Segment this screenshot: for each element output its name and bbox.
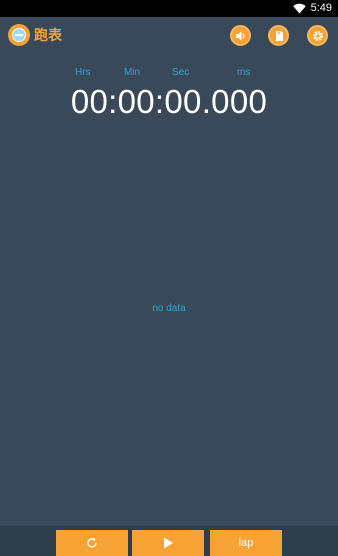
- minutes-label: Min: [124, 67, 141, 78]
- start-button[interactable]: [132, 530, 204, 556]
- status-bar: 5:49: [0, 0, 338, 17]
- hours-label: Hrs: [75, 67, 91, 78]
- laps-empty-text: no data: [152, 303, 186, 314]
- reset-button[interactable]: [56, 530, 128, 556]
- stopwatch-logo-icon: [8, 24, 30, 46]
- backup-button[interactable]: [268, 25, 289, 46]
- sd-card-icon: [275, 30, 283, 41]
- milliseconds-label: ms: [237, 67, 251, 78]
- seconds-label: Sec: [172, 67, 190, 78]
- play-icon: [164, 537, 173, 549]
- status-time: 5:49: [310, 2, 332, 14]
- lap-button[interactable]: lap: [210, 530, 282, 556]
- app-title: 跑表: [34, 27, 62, 43]
- wifi-icon: [292, 3, 306, 14]
- timer-display: 00:00:00.000: [70, 83, 268, 120]
- speaker-icon: [235, 31, 245, 40]
- gear-icon: [312, 30, 323, 41]
- settings-button[interactable]: [307, 25, 328, 46]
- sound-button[interactable]: [230, 25, 251, 46]
- reset-icon: [87, 537, 97, 548]
- app-bar: 跑表: [0, 17, 338, 55]
- lap-button-label: lap: [238, 536, 254, 549]
